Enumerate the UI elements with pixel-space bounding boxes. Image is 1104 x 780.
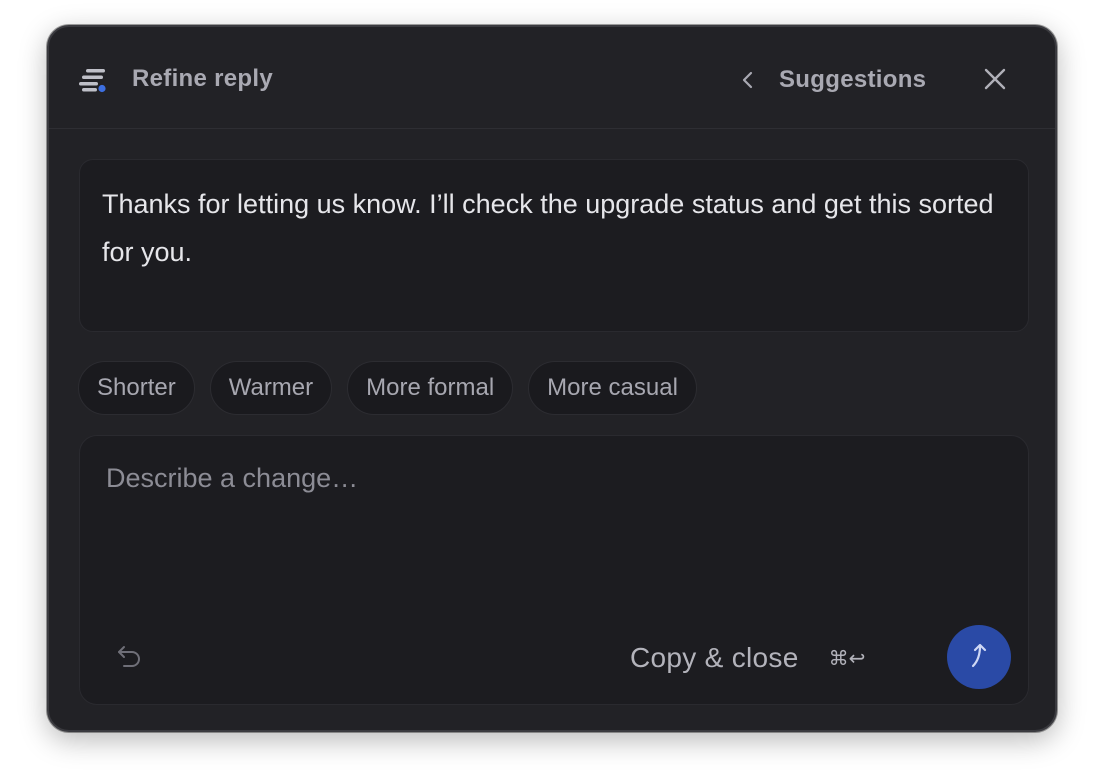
stacked-lines-logo-icon <box>79 67 109 93</box>
chip-more-formal[interactable]: More formal <box>347 361 514 415</box>
reply-preview[interactable]: Thanks for letting us know. I’ll check t… <box>79 159 1029 332</box>
copy-close-button[interactable]: Copy & close ⌘↩ <box>630 636 865 680</box>
chevron-left-icon <box>737 69 759 91</box>
suggestions-back-button[interactable]: Suggestions <box>737 57 947 103</box>
suggestions-label: Suggestions <box>779 66 927 93</box>
panel-header: Refine reply Suggestions <box>49 27 1055 129</box>
chip-shorter[interactable]: Shorter <box>78 361 195 415</box>
reply-text: Thanks for letting us know. I’ll check t… <box>102 189 994 267</box>
copy-close-label: Copy & close <box>630 642 799 673</box>
panel-title: Refine reply <box>132 65 273 92</box>
keyboard-shortcut-hint: ⌘↩ <box>828 646 866 670</box>
tone-chips: Shorter Warmer More formal More casual <box>78 361 697 415</box>
change-composer: Copy & close ⌘↩ <box>79 435 1029 705</box>
describe-change-input[interactable] <box>106 454 996 502</box>
undo-arrow-icon[interactable] <box>114 642 144 672</box>
close-icon[interactable] <box>979 63 1011 95</box>
send-arrow-icon <box>965 640 993 675</box>
chip-warmer[interactable]: Warmer <box>209 361 333 415</box>
refine-reply-panel: Refine reply Suggestions Thanks for lett… <box>47 25 1057 732</box>
chip-more-casual[interactable]: More casual <box>528 361 697 415</box>
send-button[interactable] <box>947 625 1011 689</box>
